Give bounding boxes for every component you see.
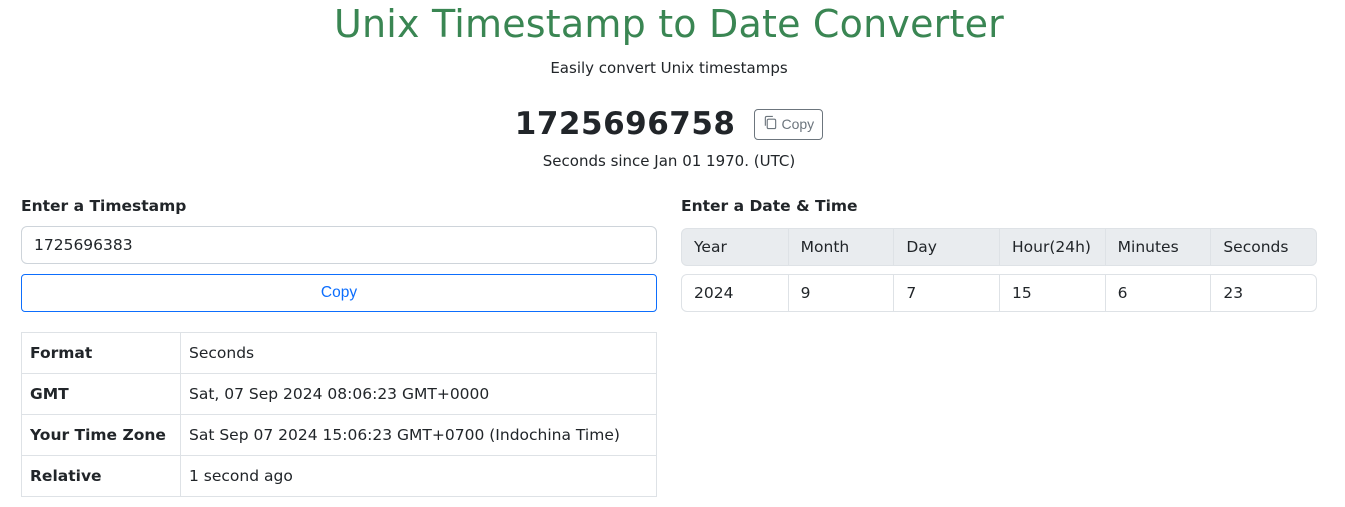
format-value: Seconds — [180, 332, 657, 374]
timestamp-info-table: Format Seconds GMT Sat, 07 Sep 2024 08:0… — [21, 332, 657, 497]
minutes-input[interactable]: 6 — [1104, 275, 1211, 311]
copy-current-label: Copy — [781, 116, 815, 132]
year-input[interactable]: 2024 — [682, 275, 788, 311]
timestamp-label: Enter a Timestamp — [21, 197, 187, 215]
day-input[interactable]: 7 — [893, 275, 999, 311]
gmt-value: Sat, 07 Sep 2024 08:06:23 GMT+0000 — [180, 373, 657, 415]
month-input[interactable]: 9 — [787, 275, 894, 311]
hour-input[interactable]: 15 — [998, 275, 1105, 311]
year-header: Year — [694, 238, 727, 256]
page-subtitle: Easily convert Unix timestamps — [550, 59, 788, 77]
relative-value: 1 second ago — [180, 455, 657, 497]
copy-current-button[interactable]: Copy — [753, 108, 824, 140]
format-key: Format — [21, 332, 181, 374]
date-time-headers: Year Month Day Hour(24h) Minutes Seconds — [681, 228, 1317, 266]
minutes-header: Minutes — [1104, 229, 1211, 265]
timezone-value: Sat Sep 07 2024 15:06:23 GMT+0700 (Indoc… — [180, 414, 657, 456]
table-row: Relative 1 second ago — [21, 455, 657, 497]
date-time-label: Enter a Date & Time — [681, 197, 858, 215]
seconds-input[interactable]: 23 — [1210, 275, 1316, 311]
gmt-key: GMT — [21, 373, 181, 415]
hour-header: Hour(24h) — [998, 229, 1105, 265]
copy-timestamp-button[interactable]: Copy — [21, 274, 657, 312]
date-time-inputs: 2024 9 7 15 6 23 — [681, 274, 1317, 312]
timestamp-caption: Seconds since Jan 01 1970. (UTC) — [542, 152, 796, 170]
timestamp-input[interactable] — [21, 226, 657, 264]
table-row: Format Seconds — [21, 332, 657, 374]
page: Unix Timestamp to Date Converter Easily … — [0, 0, 1345, 507]
table-row: Your Time Zone Sat Sep 07 2024 15:06:23 … — [21, 414, 657, 456]
current-timestamp-row: 1725696758 Copy — [0, 104, 1338, 144]
copy-icon — [763, 115, 778, 133]
relative-key: Relative — [21, 455, 181, 497]
current-timestamp: 1725696758 — [514, 106, 736, 142]
table-row: GMT Sat, 07 Sep 2024 08:06:23 GMT+0000 — [21, 373, 657, 415]
seconds-header: Seconds — [1210, 229, 1316, 265]
page-title: Unix Timestamp to Date Converter — [333, 2, 1004, 46]
month-header: Month — [787, 229, 894, 265]
day-header: Day — [893, 229, 999, 265]
timezone-key: Your Time Zone — [21, 414, 181, 456]
